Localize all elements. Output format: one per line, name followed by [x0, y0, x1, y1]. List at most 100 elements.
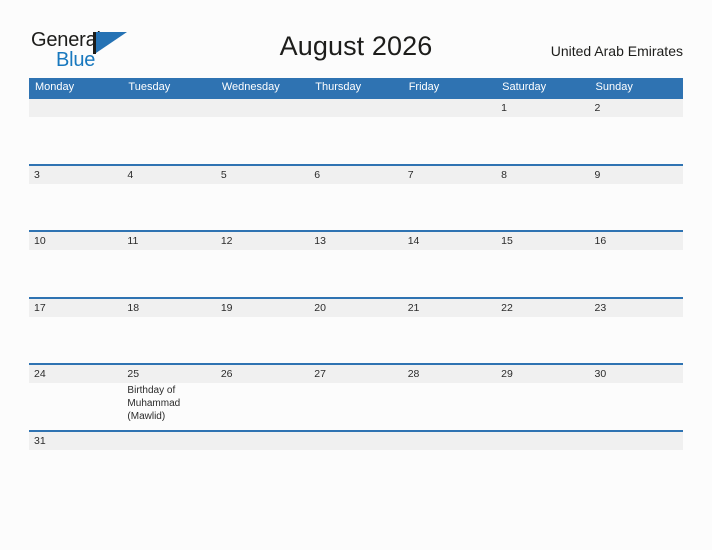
- day-number: 16: [594, 235, 607, 248]
- weekday-tuesday: Tuesday: [128, 81, 171, 93]
- day-number: [408, 432, 491, 450]
- day-number: 23: [594, 301, 607, 314]
- weekday-friday: Friday: [408, 81, 440, 93]
- day-cell[interactable]: 31: [29, 432, 122, 460]
- day-number: 28: [407, 368, 420, 381]
- day-cell[interactable]: 22: [496, 299, 589, 364]
- day-number: 21: [407, 301, 420, 314]
- day-number: 5: [220, 168, 227, 181]
- day-cell-empty: [216, 99, 309, 164]
- day-cell[interactable]: 14: [403, 232, 496, 297]
- day-number: [34, 99, 117, 117]
- calendar-week-row: 12: [29, 97, 683, 164]
- day-number: [595, 432, 678, 450]
- day-number: 22: [501, 301, 513, 314]
- day-cell-empty: [403, 99, 496, 164]
- day-cell-empty: [309, 432, 402, 460]
- weekday-saturday: Saturday: [502, 81, 547, 93]
- day-number: 8: [501, 168, 507, 181]
- day-cell[interactable]: 12: [216, 232, 309, 297]
- day-cell-empty: [122, 99, 215, 164]
- day-cell-empty: [216, 432, 309, 460]
- day-number: [314, 99, 397, 117]
- day-number: [127, 99, 210, 117]
- day-number: 20: [314, 301, 326, 314]
- day-cell-empty: [309, 99, 402, 164]
- day-cell[interactable]: 2: [590, 99, 683, 164]
- weekday-header-row: Monday Tuesday Wednesday Thursday Friday…: [29, 78, 683, 97]
- day-cell-empty: [122, 432, 215, 460]
- day-cell[interactable]: 23: [590, 299, 683, 364]
- day-cell[interactable]: 1: [496, 99, 589, 164]
- day-cell[interactable]: 4: [122, 166, 215, 231]
- week-row-cells: 3 4 5 6 7 8 9: [29, 166, 683, 231]
- weekday-wednesday: Wednesday: [221, 81, 280, 93]
- day-number: [408, 99, 491, 117]
- day-number: 9: [594, 168, 601, 181]
- day-cell[interactable]: 19: [216, 299, 309, 364]
- calendar-week-row: 3 4 5 6 7 8 9: [29, 163, 683, 231]
- day-cell[interactable]: 7: [403, 166, 496, 231]
- day-cell[interactable]: 9: [590, 166, 683, 231]
- day-cell[interactable]: 18: [122, 299, 215, 364]
- day-cell[interactable]: 17: [29, 299, 122, 364]
- day-number: 11: [127, 235, 139, 248]
- day-cell[interactable]: 28: [403, 365, 496, 430]
- day-cell[interactable]: 8: [496, 166, 589, 231]
- weekday-monday: Monday: [35, 81, 75, 93]
- day-number: [501, 432, 584, 450]
- day-number: 24: [34, 368, 46, 381]
- week-row-cells: 12: [29, 99, 683, 164]
- day-number: 27: [314, 368, 326, 381]
- day-number: 14: [407, 235, 420, 248]
- day-number: [221, 99, 304, 117]
- day-cell-empty: [590, 432, 683, 460]
- weekday-sunday: Sunday: [595, 81, 633, 93]
- calendar-grid: Monday Tuesday Wednesday Thursday Friday…: [29, 78, 683, 460]
- day-number: 25: [127, 368, 140, 381]
- day-cell[interactable]: 20: [309, 299, 402, 364]
- day-number: 12: [220, 235, 233, 248]
- calendar-week-row: 17 18 19 20 21 22 23: [29, 296, 683, 364]
- day-number: 13: [314, 235, 326, 248]
- day-cell[interactable]: 13: [309, 232, 402, 297]
- day-cell[interactable]: 24: [29, 365, 122, 430]
- week-row-cells: 31: [29, 432, 683, 460]
- weekday-thursday: Thursday: [315, 81, 362, 93]
- calendar-week-row: 31: [29, 429, 683, 460]
- week-row-cells: 17 18 19 20 21 22 23: [29, 299, 683, 364]
- day-number: 18: [127, 301, 140, 314]
- calendar-weeks: 1 2 3 4 5 6 7 8 9 10 11 12 13 14 15 16 17 18 19 20 21 22 23 24 2…: [29, 97, 683, 460]
- day-cell[interactable]: 16: [590, 232, 683, 297]
- day-cell[interactable]: 21: [403, 299, 496, 364]
- calendar-week-row: 24 25 Birthday of Muhammad (Mawlid) 26 27 28 2…: [29, 363, 683, 430]
- day-cell[interactable]: 10: [29, 232, 122, 297]
- calendar-week-row: 10 11 12 13 14 15 16: [29, 230, 683, 297]
- day-cell[interactable]: 11: [122, 232, 215, 297]
- day-cell-empty: [29, 99, 122, 164]
- day-cell[interactable]: 29: [496, 365, 589, 430]
- day-cell-empty: [496, 432, 589, 460]
- day-number: 6: [314, 168, 321, 181]
- day-cell[interactable]: 30: [590, 365, 683, 430]
- day-number: 26: [220, 368, 233, 381]
- day-cell[interactable]: 25 Birthday of Muhammad (Mawlid): [122, 365, 215, 430]
- day-cell[interactable]: 5: [216, 166, 309, 231]
- day-cell[interactable]: 26: [216, 365, 309, 430]
- week-row-cells: 10 11 12 13 14 15 16: [29, 232, 683, 297]
- page-header: General Blue August 2026 United Arab Emi…: [0, 0, 712, 78]
- day-number: [127, 432, 210, 450]
- day-cell[interactable]: 6: [309, 166, 402, 231]
- day-number: 19: [220, 301, 233, 314]
- day-number: 2: [594, 102, 601, 114]
- holiday-label: Birthday of Muhammad (Mawlid): [127, 385, 181, 422]
- day-cell[interactable]: 3: [29, 166, 122, 231]
- day-number: 15: [501, 235, 513, 248]
- day-cell[interactable]: 15: [496, 232, 589, 297]
- day-cell[interactable]: 27: [309, 365, 402, 430]
- day-number: 29: [501, 368, 513, 381]
- day-number: 17: [34, 301, 46, 314]
- day-number: 7: [407, 168, 414, 181]
- day-number: 1: [501, 102, 507, 114]
- day-number: 10: [34, 235, 46, 248]
